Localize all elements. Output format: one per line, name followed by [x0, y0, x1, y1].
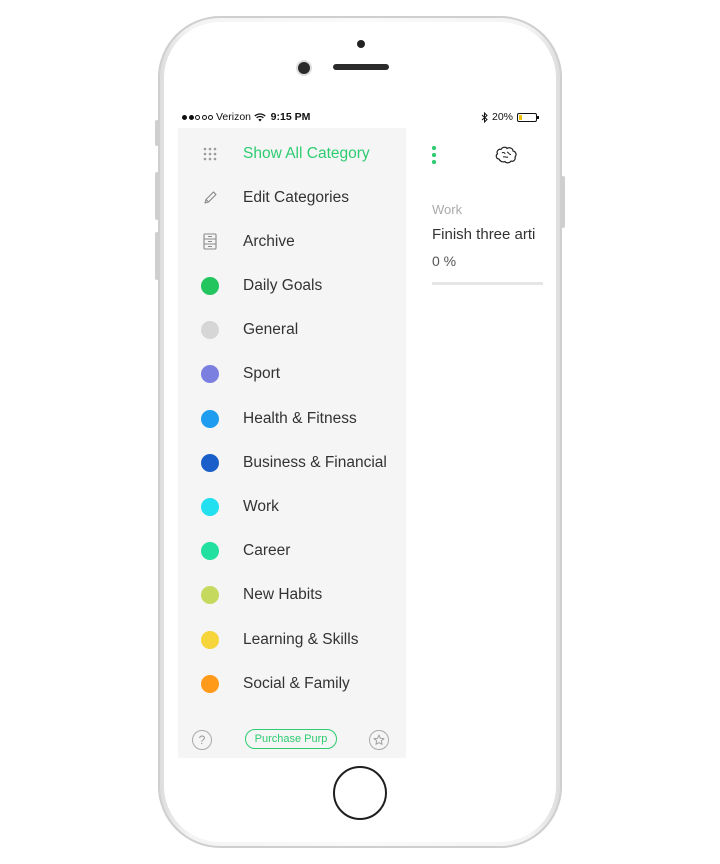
- edit-categories-label: Edit Categories: [243, 189, 349, 206]
- category-color-dot-icon: [201, 409, 219, 428]
- category-label: New Habits: [243, 586, 323, 604]
- category-item[interactable]: Career: [178, 531, 406, 571]
- status-right: 20%: [481, 111, 539, 123]
- battery-icon: [517, 112, 539, 122]
- grid-icon: [201, 145, 219, 163]
- rate-star-button[interactable]: [369, 730, 389, 750]
- category-label: Learning & Skills: [243, 630, 359, 648]
- archive-icon: [201, 233, 219, 251]
- status-time: 9:15 PM: [270, 111, 311, 123]
- category-item[interactable]: Sport: [178, 354, 406, 394]
- show-all-label: Show All Category: [243, 145, 370, 162]
- category-color-dot-icon: [201, 498, 219, 516]
- brain-icon[interactable]: [494, 144, 518, 166]
- category-item[interactable]: General: [178, 310, 406, 350]
- task-progress-bar: [432, 282, 543, 285]
- proximity-sensor: [357, 40, 365, 48]
- category-color-dot-icon: [201, 277, 219, 295]
- category-drawer: Show All Category Edit Categories Archiv…: [178, 128, 406, 758]
- category-label: Daily Goals: [243, 277, 323, 294]
- category-label: Career: [243, 542, 291, 560]
- task-title[interactable]: Finish three arti: [432, 226, 535, 243]
- volume-up-button: [155, 172, 159, 220]
- help-button[interactable]: ?: [192, 730, 212, 750]
- battery-percent: 20%: [491, 111, 513, 123]
- category-item[interactable]: New Habits: [178, 575, 406, 615]
- category-item[interactable]: Work: [178, 487, 406, 527]
- menu-item-edit-categories[interactable]: Edit Categories: [178, 178, 406, 218]
- category-label: Business & Financial: [243, 453, 387, 471]
- category-label: Health & Fitness: [243, 409, 357, 427]
- volume-down-button: [155, 232, 159, 280]
- category-item[interactable]: Daily Goals: [178, 266, 406, 306]
- category-label: Social & Family: [243, 674, 350, 692]
- task-progress-text: 0 %: [432, 253, 457, 269]
- pencil-icon: [201, 189, 219, 207]
- category-color-dot-icon: [201, 453, 219, 472]
- category-color-dot-icon: [201, 321, 219, 340]
- category-item[interactable]: Health & Fitness: [178, 399, 406, 439]
- star-icon: [373, 734, 385, 745]
- screen: Verizon 9:15 PM 20% Show All Category Ed…: [178, 108, 543, 758]
- category-label: Work: [243, 498, 279, 515]
- task-category: Work: [432, 202, 463, 217]
- category-item[interactable]: Learning & Skills: [178, 620, 406, 660]
- main-content: Work Finish three arti 0 %: [406, 128, 543, 758]
- menu-item-archive[interactable]: Archive: [178, 222, 406, 262]
- category-item[interactable]: Business & Financial: [178, 443, 406, 483]
- category-color-dot-icon: [201, 586, 219, 605]
- power-button: [561, 176, 565, 228]
- mute-switch: [155, 120, 159, 146]
- category-color-dot-icon: [201, 365, 219, 384]
- category-label: General: [243, 321, 299, 339]
- category-color-dot-icon: [201, 630, 219, 649]
- earpiece-speaker: [333, 64, 389, 70]
- category-color-dot-icon: [201, 674, 219, 693]
- drawer-footer: ? Purchase Purp: [178, 725, 406, 757]
- category-item[interactable]: Social & Family: [178, 664, 406, 704]
- purchase-button[interactable]: Purchase Purp: [245, 729, 337, 749]
- category-label: Sport: [243, 365, 281, 383]
- bluetooth-icon: [481, 111, 488, 123]
- home-button[interactable]: [333, 766, 387, 820]
- status-bar: Verizon 9:15 PM 20%: [178, 108, 543, 128]
- category-color-dot-icon: [201, 542, 219, 561]
- more-options-icon[interactable]: [431, 146, 437, 166]
- menu-item-show-all[interactable]: Show All Category: [178, 134, 406, 174]
- front-camera: [298, 62, 310, 74]
- archive-label: Archive: [243, 233, 295, 250]
